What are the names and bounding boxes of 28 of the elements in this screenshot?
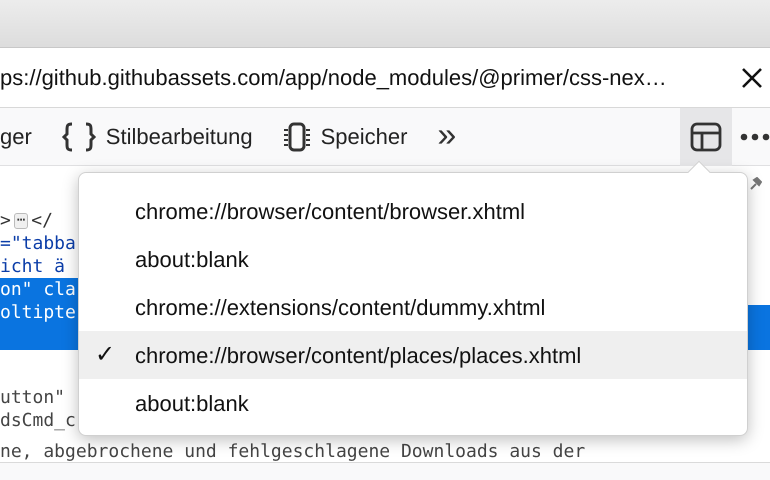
url-text: ps://github.githubassets.com/app/node_modules/@primer/css-nex… [0,64,667,92]
menu-item[interactable]: about:blank [79,379,747,427]
code-text: dsCmd_c [0,409,76,432]
checkmark: ✓ [94,340,116,370]
devtools-tab[interactable]: ger [0,120,32,153]
menu-item[interactable]: chrome://browser/content/browser.xhtml [79,187,747,235]
code-text: ="tabba [0,232,76,255]
selection-highlight [748,305,770,350]
devtools-tab[interactable]: Speicher [282,120,408,153]
code-text: oltipte [0,301,76,324]
more-icon[interactable] [740,132,770,142]
devtools-tab[interactable]: Stilbearbeitung [62,120,253,153]
code-text: </ [31,209,53,232]
code-text: icht ä [0,255,66,278]
code-text: on" cla [0,278,76,301]
code-text: ne, abgebrochene und fehlgeschlagene Downloads aus der [0,440,586,463]
overflow-chevron[interactable]: » [437,118,456,152]
menu-item[interactable]: about:blank [79,235,747,283]
braces-icon [62,122,96,152]
frame-picker-button[interactable] [680,108,732,166]
layout-icon [690,120,722,152]
code-text: utton" [0,386,66,409]
code-text: > [0,209,11,232]
menu-item[interactable]: chrome://extensions/content/dummy.xhtml [79,283,747,331]
chip-icon [282,122,311,152]
collapsed-badge[interactable]: ⋯ [14,212,28,228]
close-icon[interactable] [740,66,764,90]
menu-item[interactable]: ✓ chrome://browser/content/places/places.xhtml [79,331,747,379]
